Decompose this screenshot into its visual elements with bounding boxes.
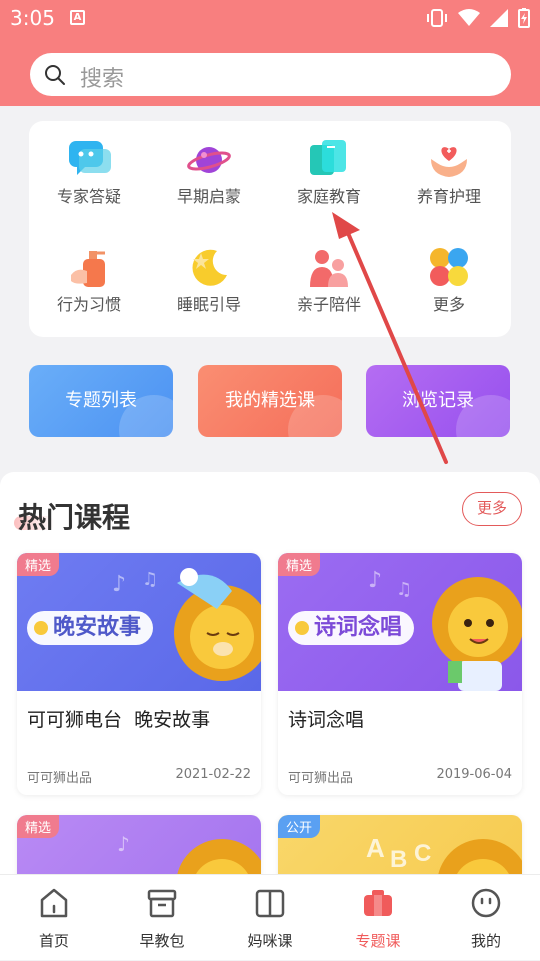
banner-text: 诗词念唱 — [314, 615, 403, 640]
signal-icon — [490, 9, 508, 27]
course-title: 诗词念唱 — [288, 709, 365, 731]
topic-bag-icon — [364, 890, 392, 916]
category-sleep-guide[interactable]: 睡眠引导 — [149, 229, 269, 337]
course-date: 2021-02-22 — [175, 767, 251, 782]
course-card-bedtime-story[interactable]: ♪ ♫ 精选 晚安故事 可可狮电台 晚安故事 可可狮出品 2021-02-22 — [17, 553, 261, 795]
category-family-education[interactable]: 家庭教育 — [269, 121, 389, 229]
book-icon — [255, 889, 285, 918]
topic-list-button[interactable]: 专题列表 — [29, 365, 173, 437]
svg-text:A: A — [366, 833, 385, 863]
course-tag: 精选 — [17, 553, 60, 576]
banner-dot-icon — [34, 621, 48, 635]
tab-label: 妈咪课 — [247, 932, 293, 950]
battery-icon — [518, 8, 530, 28]
course-date: 2019-06-04 — [436, 767, 512, 782]
category-label: 家庭教育 — [296, 187, 361, 206]
system-icons — [426, 8, 530, 28]
profile-icon — [471, 888, 501, 918]
category-label: 亲子陪伴 — [296, 295, 361, 314]
banner-text: 晚安故事 — [53, 615, 142, 640]
svg-text:♫: ♫ — [396, 579, 412, 600]
wifi-icon — [458, 9, 480, 26]
more-button[interactable]: 更多 — [462, 492, 522, 526]
lotion-bottle-icon — [71, 251, 105, 287]
home-icon — [40, 888, 68, 918]
my-selected-courses-button[interactable]: 我的精选课 — [198, 365, 342, 437]
category-label: 养育护理 — [416, 187, 481, 206]
category-expert-qa[interactable]: 专家答疑 — [29, 121, 149, 229]
category-parent-child[interactable]: 亲子陪伴 — [269, 229, 389, 337]
category-label: 专家答疑 — [56, 187, 121, 206]
tab-label: 我的 — [470, 932, 501, 950]
category-label: 更多 — [432, 295, 465, 314]
search-bar[interactable]: 搜索 — [30, 53, 511, 96]
search-icon — [45, 65, 65, 85]
svg-text:♫: ♫ — [142, 569, 158, 590]
course-banner: 诗词念唱 — [288, 611, 415, 645]
banner-dot-icon — [295, 621, 309, 635]
course-thumbnail: ♪ ♫ 精选 晚安故事 — [17, 553, 261, 691]
tab-home[interactable]: 首页 — [0, 875, 108, 961]
category-nurturing-care[interactable]: 养育护理 — [389, 121, 509, 229]
tab-early-edu-pack[interactable]: 早教包 — [108, 875, 216, 961]
status-bar: 3:05 A — [0, 0, 540, 36]
course-tag: 精选 — [17, 815, 60, 838]
family-book-icon — [310, 140, 346, 175]
category-label: 行为习惯 — [56, 295, 121, 314]
tab-topic-course[interactable]: 专题课 — [324, 875, 432, 961]
category-behavior-habits[interactable]: 行为习惯 — [29, 229, 149, 337]
search-placeholder: 搜索 — [80, 67, 125, 92]
chat-bubble-icon — [69, 141, 111, 175]
category-label: 早期启蒙 — [176, 187, 241, 206]
tab-mommy-course[interactable]: 妈咪课 — [216, 875, 324, 961]
course-thumbnail: ♪ ♫ 精选 诗词念唱 — [278, 553, 522, 691]
course-banner: 晚安故事 — [27, 611, 154, 645]
parent-child-icon — [310, 250, 348, 287]
category-grid: 专家答疑 早期启蒙 家庭教育 养育护理 行为习惯 睡眠引导 亲子陪伴 更多 — [29, 121, 511, 337]
browse-history-button[interactable]: 浏览记录 — [366, 365, 510, 437]
svg-text:♪: ♪ — [117, 832, 130, 856]
svg-text:♪: ♪ — [368, 568, 382, 593]
category-more[interactable]: 更多 — [389, 229, 509, 337]
tab-label: 首页 — [38, 932, 69, 950]
course-tag: 公开 — [278, 815, 321, 838]
notification-icon: A — [70, 10, 85, 25]
bottom-tab-bar: 首页 早教包 妈咪课 专题课 我的 — [0, 874, 540, 960]
vibrate-icon — [427, 9, 447, 27]
category-early-enlightenment[interactable]: 早期启蒙 — [149, 121, 269, 229]
svg-text:C: C — [414, 840, 431, 867]
course-source: 可可狮出品 — [288, 771, 354, 786]
category-label: 睡眠引导 — [176, 295, 241, 314]
svg-text:B: B — [390, 846, 407, 873]
course-card-poetry-chant[interactable]: ♪ ♫ 精选 诗词念唱 诗词念唱 可可狮出品 2019-06-04 — [278, 553, 522, 795]
course-title: 可可狮电台 晚安故事 — [27, 709, 211, 731]
section-title: 热门课程 — [18, 501, 131, 534]
moon-star-icon — [192, 249, 227, 286]
planet-icon — [187, 147, 231, 173]
tab-label: 早教包 — [139, 932, 185, 950]
svg-text:♪: ♪ — [112, 572, 126, 597]
box-icon — [147, 889, 177, 918]
course-tag: 精选 — [278, 553, 321, 576]
hot-courses-section: 热门课程 更多 ♪ ♫ 精选 晚安故事 可可狮电台 晚安故事 可可狮出品 202… — [0, 472, 540, 895]
course-source: 可可狮出品 — [27, 771, 93, 786]
tab-label: 专题课 — [355, 932, 401, 950]
colorful-dots-icon — [430, 248, 468, 286]
header-bar: 3:05 A 搜索 — [0, 0, 540, 106]
status-time: 3:05 — [10, 6, 55, 30]
tab-profile[interactable]: 我的 — [432, 875, 540, 961]
heart-hand-icon — [431, 147, 467, 177]
